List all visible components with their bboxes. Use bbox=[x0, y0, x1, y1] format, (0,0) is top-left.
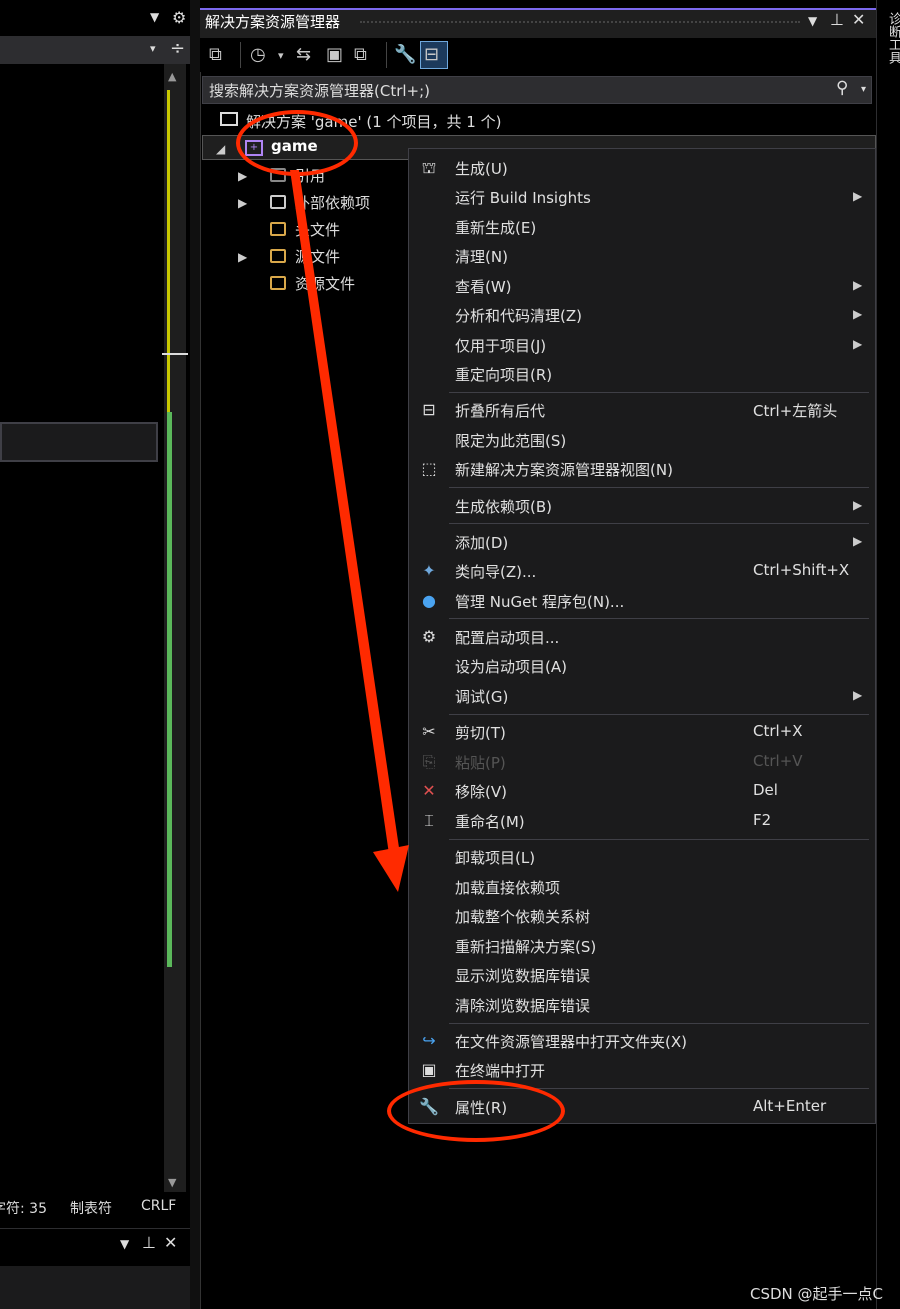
annotation-arrow-shaft bbox=[290, 170, 402, 868]
watermark: CSDN @起手一点C bbox=[750, 1285, 884, 1303]
annotation-arrow bbox=[290, 170, 409, 892]
annotation-arrow-head bbox=[373, 845, 409, 892]
